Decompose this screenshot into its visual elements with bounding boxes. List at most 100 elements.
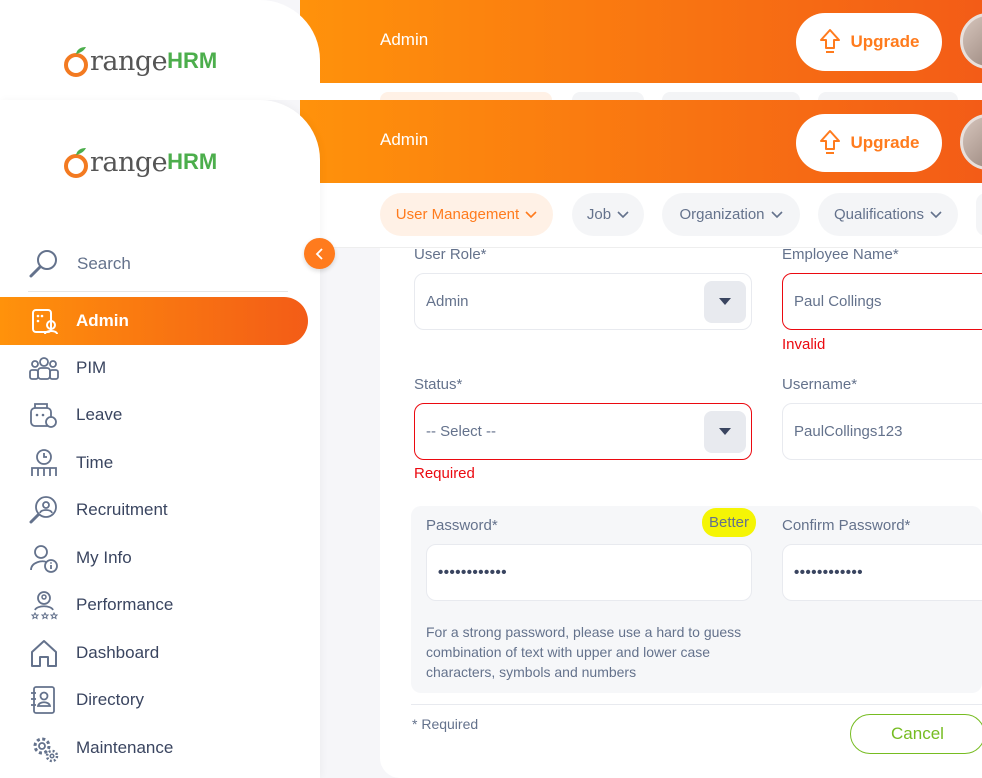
chevron-down-icon bbox=[930, 210, 942, 218]
search-label: Search bbox=[77, 253, 131, 273]
sidebar-item-directory[interactable]: Directory bbox=[0, 676, 308, 724]
maintenance-icon bbox=[28, 732, 60, 764]
status-select[interactable]: -- Select -- bbox=[414, 403, 752, 460]
admin-icon bbox=[28, 305, 60, 337]
chevron-down-icon bbox=[617, 210, 629, 218]
user-role-select[interactable]: Admin bbox=[414, 273, 752, 330]
logo-hrm: HRM bbox=[167, 48, 218, 73]
upgrade-button[interactable]: Upgrade bbox=[796, 114, 942, 172]
sidebar-item-pim[interactable]: PIM bbox=[0, 344, 308, 392]
chevron-left-icon bbox=[315, 247, 323, 260]
logo-word: range bbox=[90, 45, 168, 77]
sidebar-item-time[interactable]: Time bbox=[0, 439, 308, 487]
upgrade-arrow-icon bbox=[819, 29, 840, 53]
dropdown-toggle[interactable] bbox=[704, 411, 746, 453]
dashboard-icon bbox=[28, 637, 60, 669]
sidebar-item-label: Performance bbox=[76, 595, 174, 614]
ghost-avatar[interactable] bbox=[960, 13, 982, 69]
orange-logo-icon bbox=[64, 148, 88, 178]
sidebar-item-admin[interactable]: Admin bbox=[0, 297, 308, 345]
chevron-down-icon bbox=[770, 210, 783, 218]
performance-icon bbox=[28, 589, 60, 621]
sidebar-collapse-button[interactable] bbox=[304, 238, 335, 269]
upgrade-arrow-icon bbox=[819, 130, 840, 154]
top-header: Admin Upgrade bbox=[300, 100, 982, 183]
top-nav-tabs: User Management Job Organization Qualifi… bbox=[320, 183, 982, 248]
sidebar-item-label: Admin bbox=[76, 311, 129, 330]
cancel-button[interactable]: Cancel bbox=[850, 714, 982, 754]
brand-logo[interactable]: range HRM bbox=[62, 142, 222, 182]
password-input[interactable]: •••••••••••• bbox=[426, 544, 752, 601]
dropdown-toggle[interactable] bbox=[704, 281, 746, 323]
status-label: Status* bbox=[414, 376, 463, 393]
sidebar-search[interactable]: Search bbox=[28, 236, 288, 292]
user-role-label: User Role* bbox=[414, 246, 487, 263]
logo-word: range bbox=[90, 146, 168, 178]
sidebar-item-label: Leave bbox=[76, 405, 123, 424]
ghost-sidebar: range HRM bbox=[0, 0, 320, 100]
employee-name-error: Invalid bbox=[782, 336, 826, 353]
sidebar-item-recruitment[interactable]: Recruitment bbox=[0, 486, 308, 534]
time-icon bbox=[28, 447, 60, 479]
username-label: Username* bbox=[782, 376, 858, 393]
user-role-value: Admin bbox=[426, 293, 469, 310]
tab-label: Job bbox=[586, 206, 612, 223]
password-label: Password* bbox=[426, 517, 498, 534]
password-value: •••••••••••• bbox=[438, 564, 508, 581]
search-icon bbox=[29, 249, 57, 277]
orange-logo-icon bbox=[64, 47, 88, 77]
logo-hrm: HRM bbox=[167, 149, 218, 174]
my-info-icon bbox=[28, 542, 60, 574]
ghost-upgrade-label: Upgrade bbox=[850, 32, 920, 51]
tab-user-management[interactable]: User Management bbox=[380, 193, 553, 236]
sidebar-item-label: Dashboard bbox=[76, 643, 160, 662]
password-hint: For a strong password, please use a hard… bbox=[426, 624, 742, 680]
sidebar-item-label: PIM bbox=[76, 358, 107, 377]
tab-qualifications[interactable]: Qualifications bbox=[818, 193, 958, 236]
sidebar-item-performance[interactable]: Performance bbox=[0, 581, 308, 629]
username-value: PaulCollings123 bbox=[794, 423, 903, 440]
status-error: Required bbox=[414, 465, 475, 482]
tab-label: Organization bbox=[679, 206, 765, 223]
chevron-down-icon bbox=[525, 210, 537, 218]
ghost-upgrade-button[interactable]: Upgrade bbox=[796, 13, 942, 71]
ghost-header: Admin Upgrade bbox=[300, 0, 982, 83]
recruitment-icon bbox=[28, 494, 60, 526]
ghost-layer: Admin Upgrade range HRM bbox=[0, 0, 982, 108]
password-strength-badge: Better bbox=[702, 508, 757, 537]
directory-icon bbox=[28, 684, 60, 716]
sidebar-item-leave[interactable]: Leave bbox=[0, 391, 308, 439]
caret-down-icon bbox=[719, 298, 731, 305]
user-avatar[interactable] bbox=[960, 114, 982, 170]
sidebar-item-label: My Info bbox=[76, 548, 132, 567]
required-note: * Required bbox=[412, 716, 479, 732]
sidebar-item-my-info[interactable]: My Info bbox=[0, 534, 308, 582]
leave-icon bbox=[28, 399, 60, 431]
sidebar-item-dashboard[interactable]: Dashboard bbox=[0, 629, 308, 677]
tab-organization[interactable]: Organization bbox=[662, 193, 800, 236]
sidebar-item-label: Maintenance bbox=[76, 738, 174, 757]
status-value: -- Select -- bbox=[426, 423, 497, 440]
caret-down-icon bbox=[719, 428, 731, 435]
tab-job[interactable]: Job bbox=[572, 193, 644, 236]
pim-icon bbox=[28, 352, 60, 384]
ghost-header-title: Admin bbox=[380, 30, 429, 49]
employee-name-input[interactable]: Paul Collings bbox=[782, 273, 982, 330]
form-divider bbox=[411, 704, 982, 705]
username-input[interactable]: PaulCollings123 bbox=[782, 403, 982, 460]
sidebar-item-label: Directory bbox=[76, 690, 145, 709]
ghost-logo: range HRM bbox=[62, 41, 222, 81]
tab-label: User Management bbox=[395, 206, 520, 223]
sidebar-item-label: Recruitment bbox=[76, 500, 168, 519]
page-title: Admin bbox=[380, 130, 429, 149]
confirm-password-label: Confirm Password* bbox=[782, 517, 911, 534]
employee-name-label: Employee Name* bbox=[782, 246, 899, 263]
confirm-password-value: •••••••••••• bbox=[794, 564, 864, 581]
tab-label: Qualifications bbox=[833, 206, 925, 223]
employee-name-value: Paul Collings bbox=[794, 293, 882, 310]
confirm-password-input[interactable]: •••••••••••• bbox=[782, 544, 982, 601]
sidebar-item-label: Time bbox=[76, 453, 114, 472]
upgrade-label: Upgrade bbox=[850, 133, 920, 152]
sidebar-item-maintenance[interactable]: Maintenance bbox=[0, 724, 308, 772]
tab-more[interactable] bbox=[976, 193, 982, 236]
